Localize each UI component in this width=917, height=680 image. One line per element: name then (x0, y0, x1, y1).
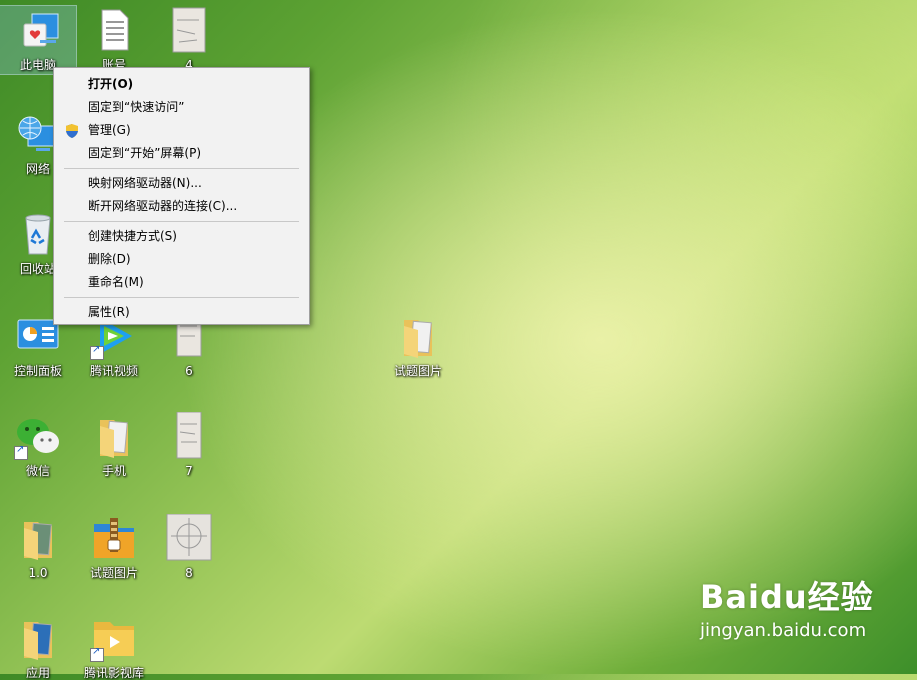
desktop-icon-label: 应用 (25, 666, 50, 680)
desktop-icon-label: 8 (185, 566, 193, 580)
menu-separator (64, 297, 299, 298)
desktop-icon-label: 手机 (101, 464, 126, 478)
desktop-icon-folder-test-images[interactable]: 试题图片 (380, 312, 456, 378)
menu-item-pin-quick-access[interactable]: 固定到“快速访问” (54, 96, 309, 119)
document-icon (90, 6, 138, 54)
desktop-icon-label: 腾讯影视库 (83, 666, 144, 680)
desktop-icon-archive-test-images[interactable]: 试题图片 (76, 514, 152, 580)
shortcut-arrow-icon (90, 344, 104, 360)
menu-item-label: 管理(G) (88, 123, 131, 137)
menu-item-label: 属性(R) (88, 305, 130, 319)
desktop-icon-this-pc[interactable]: 此电脑 (0, 5, 77, 75)
menu-item-label: 重命名(M) (88, 275, 144, 289)
folder-icon (90, 614, 138, 662)
desktop-icon-label: 7 (185, 464, 193, 478)
desktop[interactable]: 此电脑 账号 4 网络 回收站 控制面板 ↗ 腾讯视频 6 试题图片 ↗ 微信 … (0, 0, 917, 680)
watermark-brand: Baidu经验 (700, 578, 874, 616)
desktop-icon-image-7[interactable]: 7 (151, 411, 227, 478)
menu-item-label: 固定到“快速访问” (88, 100, 185, 114)
menu-item-label: 映射网络驱动器(N)... (88, 176, 202, 190)
desktop-icon-folder-apps[interactable]: 应用 (0, 614, 76, 680)
baidu-jingyan-watermark: Baidu经验 jingyan.baidu.com (700, 572, 874, 641)
menu-item-label: 固定到“开始”屏幕(P) (88, 146, 202, 160)
desktop-icon-wechat[interactable]: 微信 (0, 412, 76, 478)
winrar-archive-icon (90, 514, 138, 562)
folder-icon (14, 514, 62, 562)
menu-item-map-network-drive[interactable]: 映射网络驱动器(N)... (54, 172, 309, 195)
menu-item-create-shortcut[interactable]: 创建快捷方式(S) (54, 225, 309, 248)
menu-item-properties[interactable]: 属性(R) (54, 301, 309, 324)
menu-item-label: 断开网络驱动器的连接(C)... (88, 199, 238, 213)
shortcut-arrow-icon (14, 444, 28, 460)
computer-icon (14, 6, 62, 54)
menu-item-label: 创建快捷方式(S) (88, 229, 177, 243)
image-file-icon (165, 411, 213, 460)
menu-separator (64, 221, 299, 222)
folder-icon (394, 312, 442, 360)
folder-icon (90, 412, 138, 460)
desktop-icon-label: 微信 (25, 464, 50, 478)
context-menu: 打开(O) 固定到“快速访问” 管理(G) 固定到“开始”屏幕(P) 映射网络驱… (53, 67, 310, 325)
menu-item-pin-start[interactable]: 固定到“开始”屏幕(P) (54, 142, 309, 165)
menu-item-label: 删除(D) (88, 252, 131, 266)
desktop-icon-label: 试题图片 (393, 364, 442, 378)
menu-item-label: 打开(O) (88, 77, 134, 91)
image-file-icon (165, 6, 213, 54)
menu-item-delete[interactable]: 删除(D) (54, 248, 309, 271)
desktop-icon-folder-phone[interactable]: 手机 (76, 412, 152, 478)
uac-shield-icon (64, 123, 80, 139)
folder-icon (14, 614, 62, 662)
desktop-icon-label: 6 (185, 364, 193, 378)
shortcut-arrow-icon (90, 646, 104, 662)
desktop-icon-label: 腾讯视频 (89, 364, 138, 378)
desktop-icon-image-8[interactable]: 8 (151, 513, 227, 580)
wechat-icon (14, 412, 62, 460)
watermark-url: jingyan.baidu.com (700, 620, 867, 641)
menu-item-rename[interactable]: 重命名(M) (54, 271, 309, 294)
desktop-icon-tencent-video-library[interactable]: 腾讯影视库 (76, 614, 152, 680)
desktop-icon-document[interactable]: 账号 (76, 6, 152, 72)
desktop-icon-image-4[interactable]: 4 (151, 6, 227, 72)
desktop-icon-label: 试题图片 (89, 566, 138, 580)
menu-item-open[interactable]: 打开(O) (54, 73, 309, 96)
menu-item-disconnect-network-drive[interactable]: 断开网络驱动器的连接(C)... (54, 195, 309, 218)
menu-item-manage[interactable]: 管理(G) (54, 119, 309, 142)
desktop-icon-label: 1.0 (28, 566, 48, 580)
menu-separator (64, 168, 299, 169)
desktop-icon-folder-1-0[interactable]: 1.0 (0, 514, 76, 580)
desktop-icon-label: 控制面板 (13, 364, 62, 378)
image-file-icon (165, 513, 213, 562)
